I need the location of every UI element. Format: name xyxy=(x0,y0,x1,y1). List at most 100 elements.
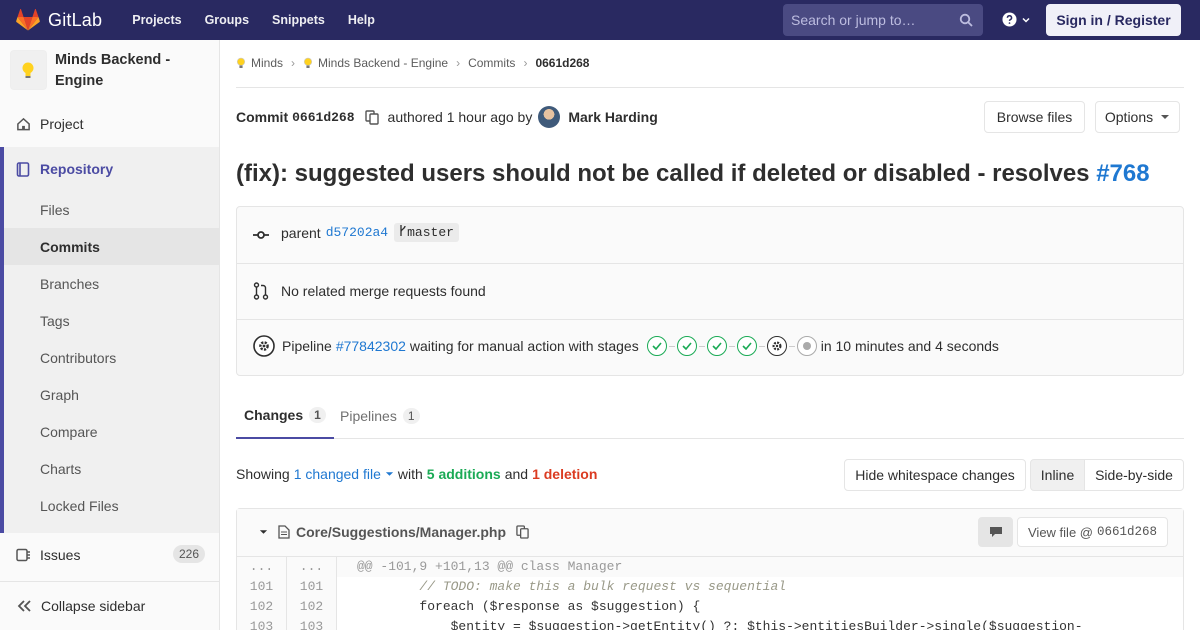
project-header[interactable]: Minds Backend - Engine xyxy=(0,40,219,104)
author-avatar[interactable] xyxy=(538,106,561,128)
divider xyxy=(237,319,1183,320)
sidebar-sub-tags[interactable]: Tags xyxy=(40,313,70,329)
changed-files-dropdown[interactable]: 1 changed file xyxy=(294,466,394,482)
nav-link-help[interactable]: Help xyxy=(348,13,375,27)
file-diff: Core/Suggestions/Manager.php View file @… xyxy=(236,508,1184,630)
top-navbar: GitLab Projects Groups Snippets Help Sea… xyxy=(0,0,1200,40)
breadcrumb-item-sha[interactable]: 0661d268 xyxy=(535,56,589,70)
sidebar-sub-graph[interactable]: Graph xyxy=(40,387,79,403)
commit-icon xyxy=(253,230,269,239)
collapse-sidebar-button[interactable]: Collapse sidebar xyxy=(0,581,219,630)
additions-count: 5 additions xyxy=(426,466,501,482)
nav-link-groups[interactable]: Groups xyxy=(205,13,249,27)
pipeline-link[interactable]: #77842302 xyxy=(336,338,406,354)
breadcrumb-item-minds[interactable]: Minds xyxy=(236,56,283,70)
commit-info-box: parent d57202a4 master No related merge … xyxy=(236,206,1184,376)
sidebar-item-issues[interactable]: Issues 226 xyxy=(0,545,219,565)
issue-link[interactable]: #768 xyxy=(1096,160,1149,187)
stage-created-icon[interactable] xyxy=(796,336,817,356)
deletions-count: 1 deletion xyxy=(532,466,598,482)
options-label: Options xyxy=(1104,109,1154,125)
sidebar-sub-locked-files[interactable]: Locked Files xyxy=(40,498,119,514)
breadcrumb-item-project[interactable]: Minds Backend - Engine xyxy=(303,56,448,70)
sidebar-sub-contributors[interactable]: Contributors xyxy=(40,350,116,366)
gitlab-logo-icon xyxy=(16,9,40,31)
divider xyxy=(236,87,1184,88)
help-dropdown[interactable] xyxy=(1002,12,1031,27)
old-line-number[interactable]: 103 xyxy=(237,617,287,630)
new-line-number[interactable]: 102 xyxy=(287,597,337,617)
toggle-comments-button[interactable] xyxy=(978,517,1013,547)
new-line-number[interactable]: 103 xyxy=(287,617,337,630)
branch-name: master xyxy=(407,225,454,240)
sidebar-sub-branches[interactable]: Branches xyxy=(40,276,99,292)
breadcrumb-separator: › xyxy=(523,56,528,70)
inline-view-button[interactable]: Inline xyxy=(1030,459,1085,491)
search-input[interactable]: Search or jump to… xyxy=(783,4,983,36)
gitlab-home-link[interactable]: GitLab xyxy=(16,9,102,31)
sidebar-item-project[interactable]: Project xyxy=(0,114,219,134)
branch-tag[interactable]: master xyxy=(394,223,459,242)
stage-success-icon[interactable] xyxy=(736,336,757,356)
nav-link-projects[interactable]: Projects xyxy=(132,13,181,27)
diff-line: 103 103 $entity = $suggestion->getEntity… xyxy=(237,617,1183,630)
sidebar-item-repository[interactable]: Repository xyxy=(0,159,219,179)
chevron-down-icon xyxy=(1022,17,1030,23)
chevron-down-icon[interactable] xyxy=(259,529,268,535)
old-line-number[interactable]: 101 xyxy=(237,577,287,597)
old-line-number[interactable]: 102 xyxy=(237,597,287,617)
diff-summary: Showing 1 changed file with 5 additions … xyxy=(236,466,597,482)
stage-success-icon[interactable] xyxy=(676,336,697,356)
and-text: and xyxy=(504,466,529,482)
branch-icon xyxy=(400,225,406,236)
hunk-header: @@ -101,9 +101,13 @@ class Manager xyxy=(357,559,623,574)
pipeline-label: Pipeline xyxy=(282,338,332,354)
browse-files-button[interactable]: Browse files xyxy=(984,101,1085,133)
stage-connector xyxy=(728,345,735,347)
breadcrumb-item-commits[interactable]: Commits xyxy=(468,56,515,70)
issues-icon xyxy=(16,548,30,562)
project-avatar xyxy=(10,50,47,90)
copy-icon[interactable] xyxy=(364,109,379,125)
active-item-highlight xyxy=(4,228,219,265)
file-path[interactable]: Core/Suggestions/Manager.php xyxy=(296,524,506,540)
question-icon xyxy=(1002,12,1017,27)
tab-count: 1 xyxy=(309,407,326,423)
stage-connector xyxy=(698,345,705,347)
pipeline-manual-status-icon[interactable] xyxy=(253,335,275,357)
diff-line: ... ... @@ -101,9 +101,13 @@ class Manag… xyxy=(237,557,1183,577)
new-line-number[interactable]: 101 xyxy=(287,577,337,597)
sidebar-sub-commits[interactable]: Commits xyxy=(40,239,100,255)
stage-success-icon[interactable] xyxy=(646,336,667,356)
copy-icon[interactable] xyxy=(516,525,529,539)
parent-sha-link[interactable]: d57202a4 xyxy=(326,225,388,240)
parent-row: parent d57202a4 master xyxy=(253,223,459,242)
view-file-button[interactable]: View file @ 0661d268 xyxy=(1017,517,1168,547)
pipeline-stages xyxy=(646,336,817,356)
tab-pipelines[interactable]: Pipelines 1 xyxy=(332,393,428,439)
lightbulb-icon xyxy=(303,57,313,68)
stage-connector xyxy=(758,345,765,347)
stage-success-icon[interactable] xyxy=(706,336,727,356)
options-dropdown[interactable]: Options xyxy=(1095,101,1180,133)
sidebar-sub-files[interactable]: Files xyxy=(40,202,70,218)
code-line: foreach ($response as $suggestion) { xyxy=(357,599,701,614)
collapse-label: Collapse sidebar xyxy=(41,598,146,614)
side-by-side-view-button[interactable]: Side-by-side xyxy=(1084,459,1184,491)
author-link[interactable]: Mark Harding xyxy=(568,109,657,125)
tab-changes[interactable]: Changes 1 xyxy=(236,393,334,439)
book-icon xyxy=(16,161,30,177)
hide-whitespace-button[interactable]: Hide whitespace changes xyxy=(844,459,1026,491)
sidebar-sub-charts[interactable]: Charts xyxy=(40,461,81,477)
stage-manual-icon[interactable] xyxy=(766,336,787,356)
changed-files-label: 1 changed file xyxy=(293,466,381,482)
merge-request-icon xyxy=(253,282,269,300)
sidebar-sub-compare[interactable]: Compare xyxy=(40,424,98,440)
breadcrumb-label: Minds Backend - Engine xyxy=(318,56,449,70)
sign-in-button[interactable]: Sign in / Register xyxy=(1046,4,1181,36)
parent-label: parent xyxy=(281,224,321,241)
tab-label: Pipelines xyxy=(340,408,397,424)
nav-link-snippets[interactable]: Snippets xyxy=(272,13,325,27)
lightbulb-icon xyxy=(22,62,34,78)
pipeline-duration: in 10 minutes and 4 seconds xyxy=(820,338,999,354)
